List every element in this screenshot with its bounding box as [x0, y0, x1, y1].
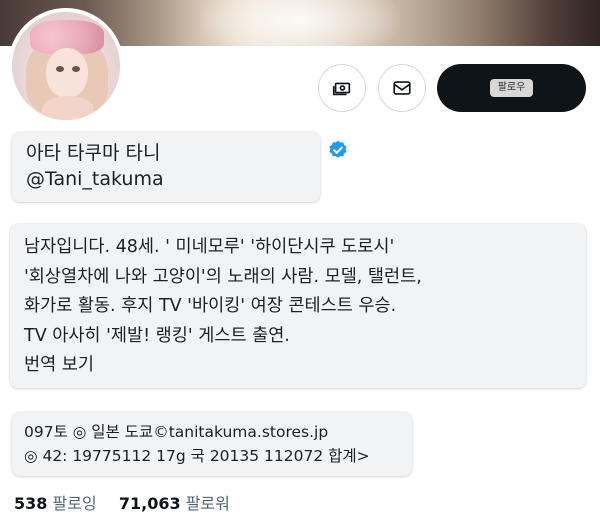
envelope-icon	[393, 81, 411, 95]
bio-line: TV 아사히 '제발! 랭킹' 게스트 출연.	[24, 325, 290, 346]
translate-link[interactable]: 번역 보기	[24, 351, 572, 381]
following-link[interactable]: 538 팔로잉	[14, 494, 102, 513]
profile-name-card: 아타 타쿠마 타니 @Tani_takuma	[12, 132, 320, 202]
user-handle: @Tani_takuma	[26, 168, 164, 190]
tip-button[interactable]	[318, 64, 366, 112]
followers-link[interactable]: 71,063 팔로워	[119, 494, 230, 513]
bio-line: 남자입니다. 48세. ' 미네모루' '하이단시쿠 도로시'	[24, 237, 395, 257]
location-card: 097토 ◎ 일본 도쿄©tanitakuma.stores.jp ◎ 42: …	[12, 412, 412, 476]
following-count: 538	[14, 494, 48, 513]
following-label: 팔로잉	[52, 494, 97, 513]
follow-stats: 538 팔로잉 71,063 팔로워	[14, 492, 230, 516]
joined-line: ◎ 42: 19775112 17g 국 20135 112072 합계>	[24, 447, 370, 465]
bio-line: 화가로 활동. 후지 TV '바이킹' 여장 콘테스트 우승.	[24, 296, 397, 316]
followers-count: 71,063	[118, 494, 181, 513]
verified-badge-icon	[329, 140, 347, 158]
money-icon	[332, 82, 351, 96]
follow-button[interactable]: 팔로우	[437, 64, 586, 112]
followers-label: 팔로워	[185, 494, 230, 513]
message-button[interactable]	[378, 64, 426, 112]
bio-line: '회상열차에 나와 고양이'의 노래의 사람. 모델, 탤런트,	[24, 266, 422, 287]
location-line[interactable]: 097토 ◎ 일본 도쿄©tanitakuma.stores.jp	[24, 420, 400, 444]
banner-veil	[200, 0, 400, 46]
avatar[interactable]	[8, 8, 124, 124]
display-name: 아타 타쿠마 타니	[26, 142, 161, 164]
follow-button-label: 팔로우	[489, 79, 534, 97]
bio-card: 남자입니다. 48세. ' 미네모루' '하이단시쿠 도로시' '회상열차에 나…	[10, 224, 586, 388]
